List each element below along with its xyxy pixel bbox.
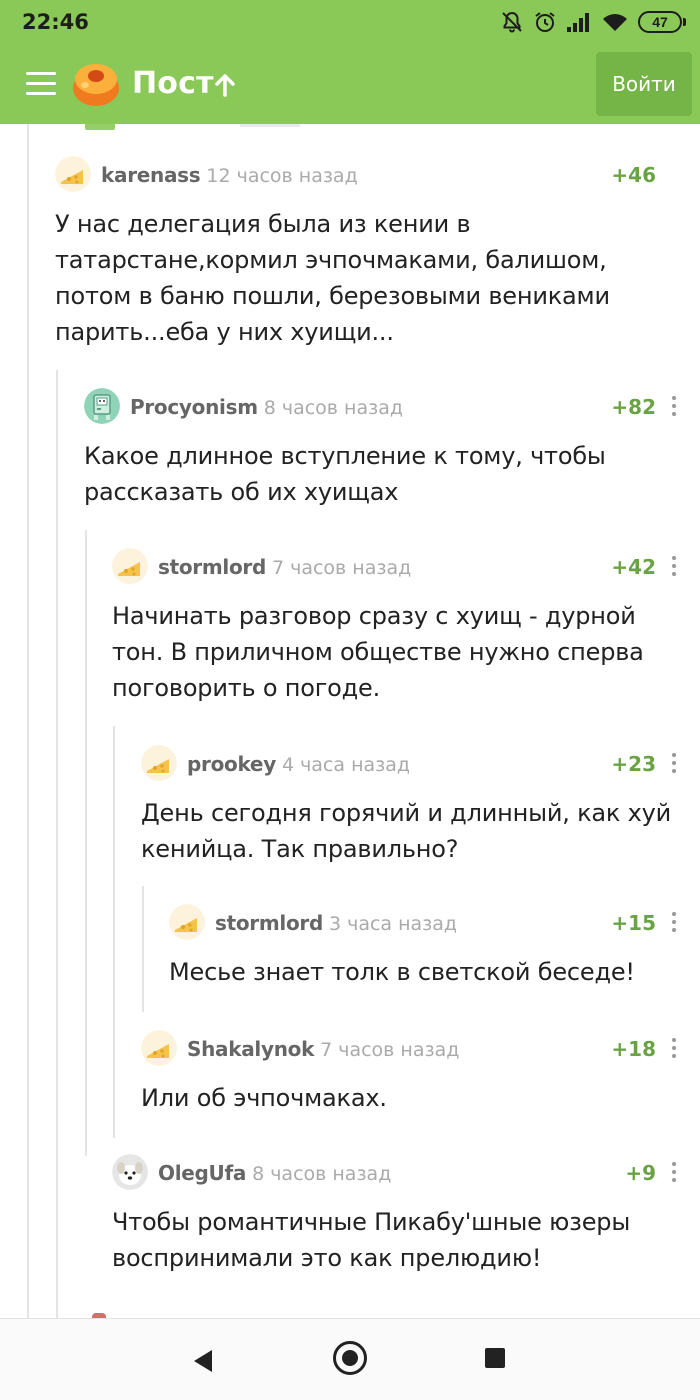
previous-comment-fragment [85,124,115,130]
arrow-up-icon[interactable] [214,73,236,97]
app-bar: Пост Войти [0,44,700,124]
thread-line [56,370,58,1318]
cheese-avatar-icon[interactable] [55,156,91,192]
robot-avatar-icon[interactable] [84,388,120,424]
comment-rating: +46 [611,163,656,187]
alarm-icon [535,12,555,32]
comment-text: У нас делегация была из кении в татарста… [55,210,610,346]
cheese-avatar-icon[interactable] [112,548,148,584]
comment-rating: +23 [611,752,656,776]
status-bar: 22:46 47 [0,0,700,44]
comment-header: OlegUfa 8 часов назад +9 [112,1154,700,1190]
comment-header: prookey 4 часа назад +23 [141,745,700,781]
bell-muted-icon [502,11,522,33]
status-icons: 47 [500,8,686,36]
comment: stormlord 7 часов назад +42 Начинать разг… [112,548,700,706]
thread-line [27,124,29,1318]
comment-time: 7 часов назад [271,557,412,579]
comment: stormlord 3 часа назад +15 Месье знает то… [169,904,700,990]
comment-header: stormlord 3 часа назад +15 [169,904,700,940]
back-icon[interactable] [192,1349,214,1373]
comment-author[interactable]: prookey 4 часа назад [187,752,410,776]
comment-rating: +42 [611,555,656,579]
top-app-bar: 22:46 47 Пост Войти [0,0,700,124]
author-name[interactable]: Procyonism [130,395,258,419]
more-options-icon[interactable] [672,1162,676,1182]
more-options-icon[interactable] [672,753,676,773]
comment-author[interactable]: karenass 12 часов назад [101,163,358,187]
comment: OlegUfa 8 часов назад +9 Чтобы романтичны… [112,1154,700,1276]
author-name[interactable]: stormlord [158,555,266,579]
more-options-icon[interactable] [672,1038,676,1058]
wifi-icon [603,14,627,31]
comment-time: 8 часов назад [263,397,403,419]
comment-time: 7 часов назад [320,1039,460,1061]
author-name[interactable]: stormlord [215,911,323,935]
battery-icon: 47 [638,11,686,33]
comment-header: karenass 12 часов назад +46 [55,156,700,192]
menu-icon[interactable] [26,72,56,96]
comment-text: Начинать разговор сразу с хуищ - дурной … [112,602,644,702]
comment: prookey 4 часа назад +23 День сегодня гор… [141,745,700,867]
page-title: Пост [132,66,214,101]
cheese-avatar-icon[interactable] [141,745,177,781]
pikabu-logo[interactable] [70,57,122,109]
thread-line [142,886,144,1012]
author-name[interactable]: karenass [101,163,201,187]
signal-icon [567,13,589,32]
more-options-icon[interactable] [672,556,676,576]
comment-author[interactable]: Shakalynok 7 часов назад [187,1037,459,1061]
comment-rating: +9 [625,1161,656,1185]
comment-rating: +82 [611,395,656,419]
comment: Procyonism 8 часов назад +82 Какое длинно… [84,388,700,510]
more-options-icon[interactable] [672,912,676,932]
comment-header: stormlord 7 часов назад +42 [112,548,700,584]
thread-line [85,530,87,1156]
thread-line [113,726,115,1138]
comment: Shakalynok 7 часов назад +18 Или об эчпоч… [141,1030,700,1116]
comment-header: Procyonism 8 часов назад +82 [84,388,700,424]
system-navigation-bar [0,1318,700,1400]
comment-rating: +18 [611,1037,656,1061]
more-options-icon[interactable] [672,396,676,416]
comment-time: 12 часов назад [206,165,358,187]
comment-rating: +15 [611,911,656,935]
comment-text: Или об эчпочмаках. [141,1084,387,1112]
comment-text: День сегодня горячий и длинный, как хуй … [141,799,672,863]
dog-avatar-icon[interactable] [112,1154,148,1190]
comment-time: 8 часов назад [252,1163,392,1185]
comment-time: 3 часа назад [328,913,458,935]
recent-apps-icon[interactable] [485,1348,505,1368]
previous-comment-fragment [240,124,300,127]
author-name[interactable]: prookey [187,752,276,776]
cheese-avatar-icon[interactable] [169,904,205,940]
comment-text: Какое длинное вступление к тому, чтобы р… [84,442,606,506]
author-name[interactable]: OlegUfa [158,1161,246,1185]
author-name[interactable]: Shakalynok [187,1037,314,1061]
cheese-avatar-icon[interactable] [141,1030,177,1066]
comment-time: 4 часа назад [281,754,411,776]
comment-text: Месье знает толк в светской беседе! [169,958,635,986]
status-time: 22:46 [22,10,89,34]
login-button[interactable]: Войти [596,52,692,116]
home-icon[interactable] [333,1341,367,1375]
comment-text: Чтобы романтичные Пикабу'шные юзеры восп… [112,1208,631,1272]
comment: karenass 12 часов назад +46 У нас делегац… [55,156,700,350]
comment-author[interactable]: OlegUfa 8 часов назад [158,1161,391,1185]
comment-author[interactable]: Procyonism 8 часов назад [130,395,403,419]
comment-author[interactable]: stormlord 7 часов назад [158,555,411,579]
comment-author[interactable]: stormlord 3 часа назад [215,911,457,935]
comment-header: Shakalynok 7 часов назад +18 [141,1030,700,1066]
